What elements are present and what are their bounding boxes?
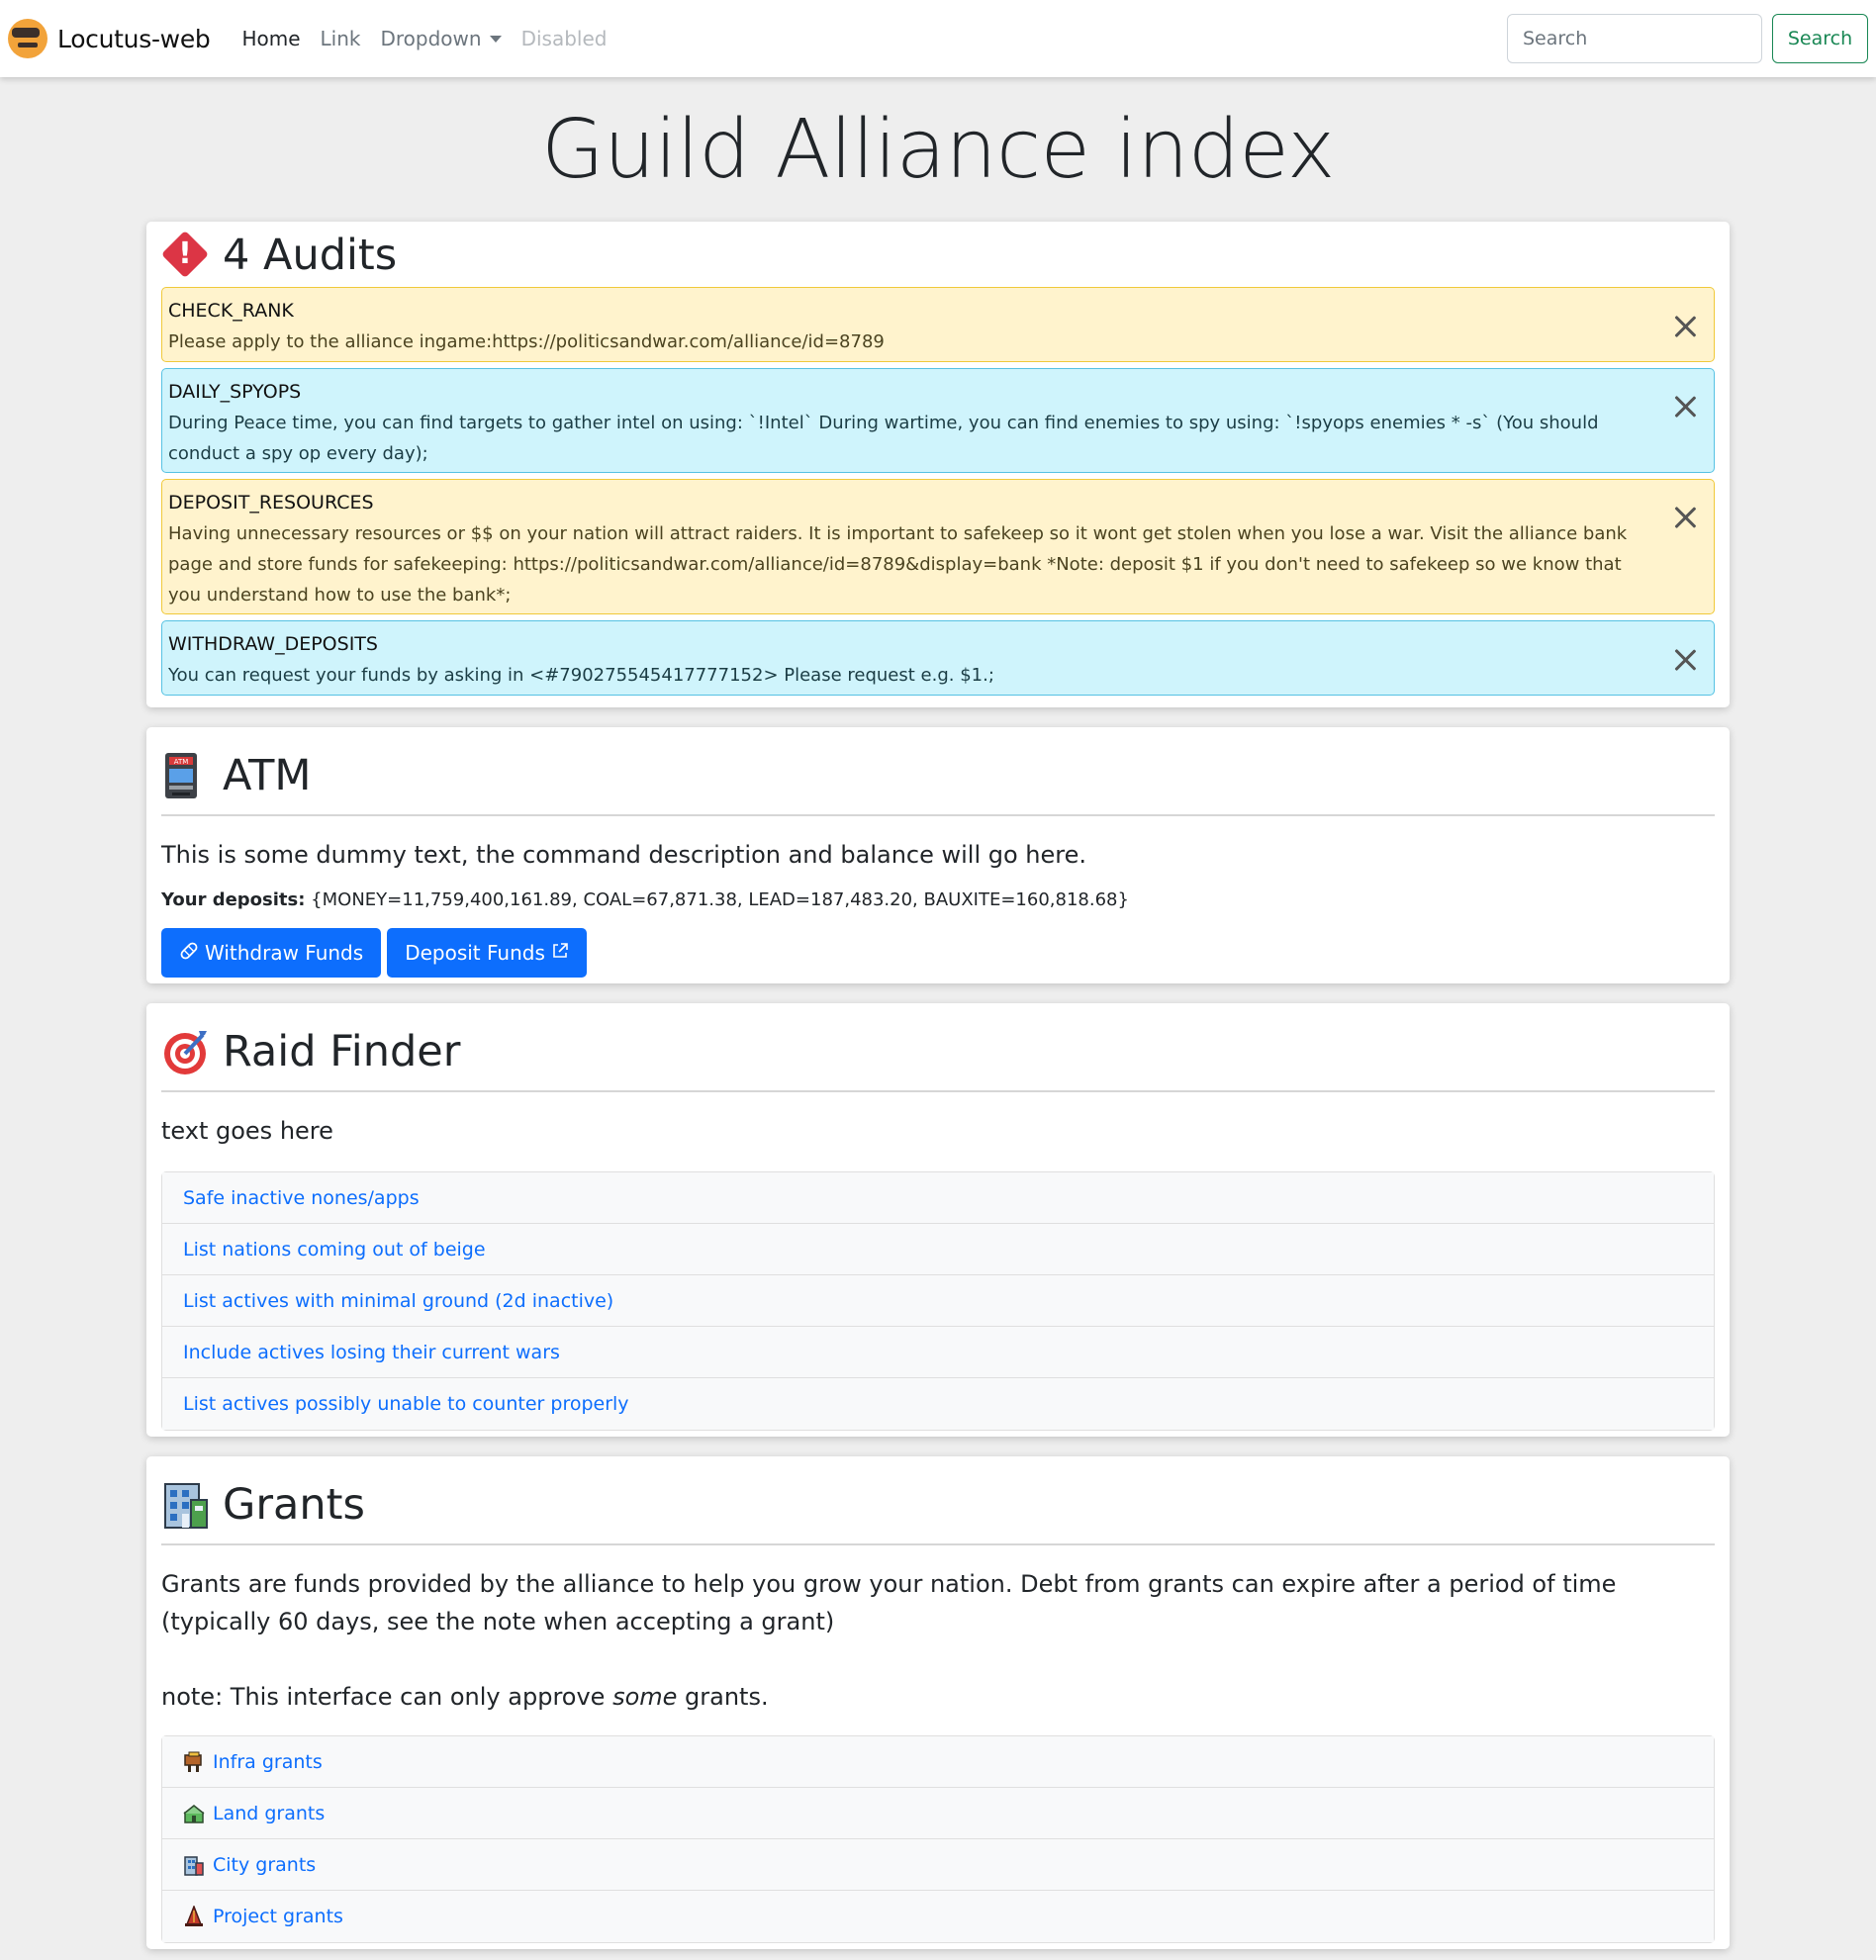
atm-buttons: Withdraw Funds Deposit Funds bbox=[161, 928, 1715, 978]
search-button[interactable]: Search bbox=[1772, 14, 1868, 63]
city-icon bbox=[183, 1854, 205, 1876]
audits-heading: 4 Audits bbox=[223, 231, 398, 280]
land-grants-link[interactable]: Land grants bbox=[213, 1803, 325, 1824]
list-item[interactable]: List actives possibly unable to counter … bbox=[162, 1378, 1714, 1430]
list-item[interactable]: List actives with minimal ground (2d ina… bbox=[162, 1275, 1714, 1327]
navbar: Locutus-web Home Link Dropdown Disabled … bbox=[0, 0, 1876, 77]
close-icon[interactable] bbox=[1674, 648, 1696, 670]
close-icon[interactable] bbox=[1674, 506, 1696, 527]
bandage-icon bbox=[179, 941, 199, 966]
raid-finder-card: Raid Finder text goes here Safe inactive… bbox=[146, 1003, 1730, 1437]
external-link-icon bbox=[551, 941, 569, 965]
audit-alert-withdraw-deposits: WITHDRAW_DEPOSITS You can request your f… bbox=[161, 620, 1715, 696]
atm-header: ATM ATM bbox=[161, 737, 1715, 816]
audit-text: Having unnecessary resources or $$ on yo… bbox=[168, 523, 1628, 606]
audit-title: CHECK_RANK bbox=[168, 300, 294, 322]
exclamation-diamond-icon: ! bbox=[160, 230, 211, 280]
deposits-label: Your deposits: bbox=[161, 889, 306, 910]
atm-description: This is some dummy text, the command des… bbox=[161, 841, 1087, 869]
grants-heading: Grants bbox=[223, 1480, 365, 1530]
list-item[interactable]: Safe inactive nones/apps bbox=[162, 1172, 1714, 1224]
brand-logo-icon bbox=[8, 19, 47, 58]
atm-card: ATM ATM This is some dummy text, the com… bbox=[146, 727, 1730, 983]
raid-finder-header: Raid Finder bbox=[161, 1013, 1715, 1092]
audit-title: WITHDRAW_DEPOSITS bbox=[168, 633, 378, 655]
project-grants-link[interactable]: Project grants bbox=[213, 1906, 343, 1927]
audit-text: You can request your funds by asking in … bbox=[168, 665, 994, 686]
nav-disabled: Disabled bbox=[520, 27, 608, 50]
nav-home[interactable]: Home bbox=[241, 27, 300, 50]
grants-note-suffix: grants. bbox=[677, 1683, 769, 1711]
withdraw-funds-label: Withdraw Funds bbox=[205, 941, 364, 965]
grants-note-prefix: note: This interface can only approve bbox=[161, 1683, 613, 1711]
audit-alert-deposit-resources: DEPOSIT_RESOURCES Having unnecessary res… bbox=[161, 479, 1715, 614]
audit-alert-check-rank: CHECK_RANK Please apply to the alliance … bbox=[161, 287, 1715, 362]
caret-down-icon bbox=[489, 36, 502, 43]
audit-title: DAILY_SPYOPS bbox=[168, 381, 302, 403]
raid-link[interactable]: List nations coming out of beige bbox=[183, 1239, 486, 1260]
list-item[interactable]: Land grants bbox=[162, 1788, 1714, 1839]
grants-card: Grants Grants are funds provided by the … bbox=[146, 1456, 1730, 1949]
raid-link[interactable]: Include actives losing their current war… bbox=[183, 1342, 560, 1363]
brand[interactable]: Locutus-web bbox=[8, 19, 211, 58]
grants-note-emphasis: some bbox=[612, 1683, 678, 1711]
raid-link[interactable]: Safe inactive nones/apps bbox=[183, 1187, 420, 1209]
page-title: Guild Alliance index bbox=[541, 103, 1335, 197]
city-grants-link[interactable]: City grants bbox=[213, 1854, 316, 1876]
list-item[interactable]: Include actives losing their current war… bbox=[162, 1327, 1714, 1378]
infra-grants-link[interactable]: Infra grants bbox=[213, 1751, 323, 1773]
close-icon[interactable] bbox=[1674, 395, 1696, 417]
raid-link[interactable]: List actives possibly unable to counter … bbox=[183, 1393, 629, 1415]
grants-description: Grants are funds provided by the allianc… bbox=[161, 1570, 1617, 1635]
audits-header: ! 4 Audits bbox=[160, 230, 1715, 281]
atm-icon: ATM bbox=[161, 751, 211, 800]
deposits-line: Your deposits: {MONEY=11,759,400,161.89,… bbox=[161, 889, 1715, 910]
brand-name: Locutus-web bbox=[57, 24, 211, 53]
nav-dropdown[interactable]: Dropdown bbox=[381, 27, 502, 50]
deposits-value: {MONEY=11,759,400,161.89, COAL=67,871.38… bbox=[305, 889, 1129, 910]
list-item[interactable]: City grants bbox=[162, 1839, 1714, 1891]
target-icon bbox=[161, 1027, 211, 1076]
audit-alert-daily-spyops: DAILY_SPYOPS During Peace time, you can … bbox=[161, 368, 1715, 473]
raid-finder-list: Safe inactive nones/apps List nations co… bbox=[161, 1171, 1715, 1431]
deposit-funds-button[interactable]: Deposit Funds bbox=[387, 928, 587, 978]
raid-link[interactable]: List actives with minimal ground (2d ina… bbox=[183, 1290, 613, 1312]
atm-heading: ATM bbox=[223, 751, 312, 800]
close-icon[interactable] bbox=[1674, 315, 1696, 336]
grants-note: note: This interface can only approve so… bbox=[161, 1678, 1715, 1716]
office-building-icon bbox=[161, 1480, 211, 1530]
raid-finder-description: text goes here bbox=[161, 1117, 333, 1145]
list-item[interactable]: List nations coming out of beige bbox=[162, 1224, 1714, 1275]
svg-text:ATM: ATM bbox=[174, 758, 189, 766]
search-input[interactable] bbox=[1507, 14, 1762, 63]
nav-dropdown-label: Dropdown bbox=[380, 27, 482, 50]
land-icon bbox=[183, 1803, 205, 1824]
raid-finder-heading: Raid Finder bbox=[223, 1027, 461, 1076]
nav-link[interactable]: Link bbox=[321, 27, 361, 50]
audit-title: DEPOSIT_RESOURCES bbox=[168, 492, 374, 513]
audits-card: ! 4 Audits CHECK_RANK Please apply to th… bbox=[146, 222, 1730, 707]
project-icon bbox=[183, 1904, 205, 1927]
grants-header: Grants bbox=[161, 1466, 1715, 1545]
list-item[interactable]: Infra grants bbox=[162, 1736, 1714, 1788]
grants-list: Infra grants Land grants City grants Pro… bbox=[161, 1735, 1715, 1943]
list-item[interactable]: Project grants bbox=[162, 1891, 1714, 1942]
audit-text: Please apply to the alliance ingame:http… bbox=[168, 331, 885, 352]
infra-icon bbox=[183, 1751, 205, 1773]
deposit-funds-label: Deposit Funds bbox=[405, 941, 545, 965]
audit-text: During Peace time, you can find targets … bbox=[168, 413, 1599, 464]
withdraw-funds-button[interactable]: Withdraw Funds bbox=[161, 928, 382, 978]
main-container: ! 4 Audits CHECK_RANK Please apply to th… bbox=[146, 222, 1730, 1949]
search-form: Search bbox=[1507, 14, 1868, 63]
